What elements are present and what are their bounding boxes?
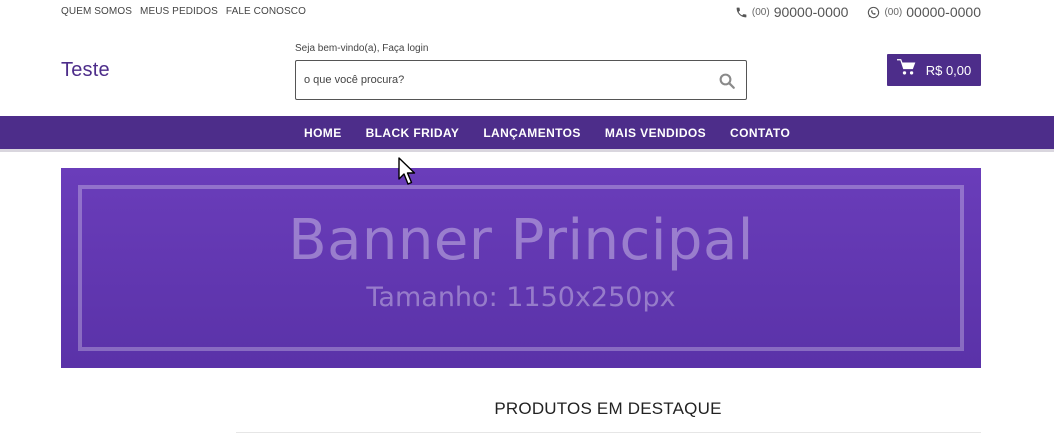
phone-contact: (00) 90000-0000 [735, 4, 849, 20]
link-fale-conosco[interactable]: FALE CONOSCO [226, 6, 306, 17]
nav-item-home[interactable]: HOME [292, 126, 354, 140]
phone-ddd: (00) [751, 6, 770, 18]
search-icon[interactable] [718, 72, 736, 90]
whatsapp-ddd: (00) [884, 6, 903, 18]
welcome-login-link[interactable]: Seja bem-vindo(a), Faça login [295, 43, 428, 54]
store-logo[interactable]: Teste [61, 59, 110, 82]
phone-icon [735, 6, 748, 19]
section-divider [236, 432, 981, 433]
cart-total: R$ 0,00 [925, 62, 972, 78]
nav-item-contato[interactable]: CONTATO [718, 126, 802, 140]
cart-icon [896, 59, 917, 81]
search-input[interactable] [304, 61, 704, 99]
banner-title: Banner Principal [288, 208, 754, 273]
cart-button[interactable]: R$ 0,00 [887, 54, 981, 86]
top-links: QUEM SOMOS MEUS PEDIDOS FALE CONOSCO [61, 6, 306, 17]
mouse-cursor-icon [398, 157, 416, 185]
nav-item-mais-vendidos[interactable]: MAIS VENDIDOS [593, 126, 718, 140]
whatsapp-icon [867, 6, 880, 19]
main-nav: HOME BLACK FRIDAY LANÇAMENTOS MAIS VENDI… [0, 116, 1054, 152]
search-box [295, 60, 747, 100]
banner-subtitle: Tamanho: 1150x250px [366, 282, 676, 313]
link-quem-somos[interactable]: QUEM SOMOS [61, 6, 132, 17]
nav-item-black-friday[interactable]: BLACK FRIDAY [354, 126, 472, 140]
phone-number: 90000-0000 [773, 4, 849, 20]
nav-item-lancamentos[interactable]: LANÇAMENTOS [471, 126, 593, 140]
link-meus-pedidos[interactable]: MEUS PEDIDOS [140, 6, 218, 17]
main-banner[interactable]: Banner Principal Tamanho: 1150x250px [61, 168, 981, 368]
whatsapp-contact: (00) 00000-0000 [867, 4, 981, 20]
whatsapp-number: 00000-0000 [906, 4, 981, 20]
top-bar: QUEM SOMOS MEUS PEDIDOS FALE CONOSCO (00… [0, 0, 1054, 26]
contacts: (00) 90000-0000 (00) 00000-0000 [735, 4, 981, 20]
featured-products-title: PRODUTOS EM DESTAQUE [494, 399, 722, 418]
